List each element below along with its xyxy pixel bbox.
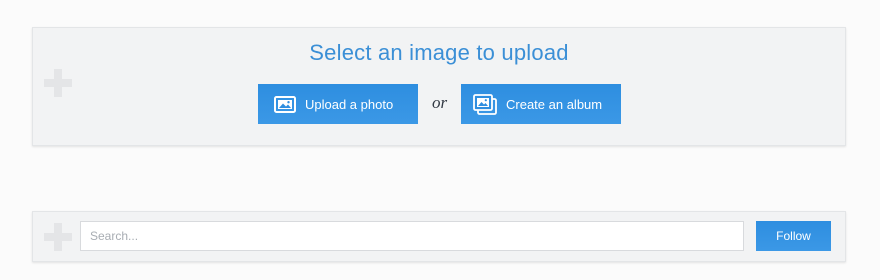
upload-photo-button[interactable]: Upload a photo	[258, 84, 418, 124]
search-input[interactable]	[80, 221, 744, 251]
plus-icon[interactable]	[44, 223, 72, 251]
image-icon	[274, 95, 296, 113]
or-separator: or	[432, 93, 448, 112]
create-album-label: Create an album	[506, 96, 603, 112]
upload-title: Select an image to upload	[309, 40, 569, 65]
upload-panel: Select an image to upload Upload a photo…	[32, 27, 846, 146]
upload-photo-label: Upload a photo	[305, 96, 394, 112]
album-icon	[473, 93, 497, 115]
create-album-button[interactable]: Create an album	[461, 84, 621, 124]
search-panel: Follow	[32, 211, 846, 262]
follow-button[interactable]: Follow	[756, 221, 831, 251]
plus-icon[interactable]	[44, 69, 72, 97]
